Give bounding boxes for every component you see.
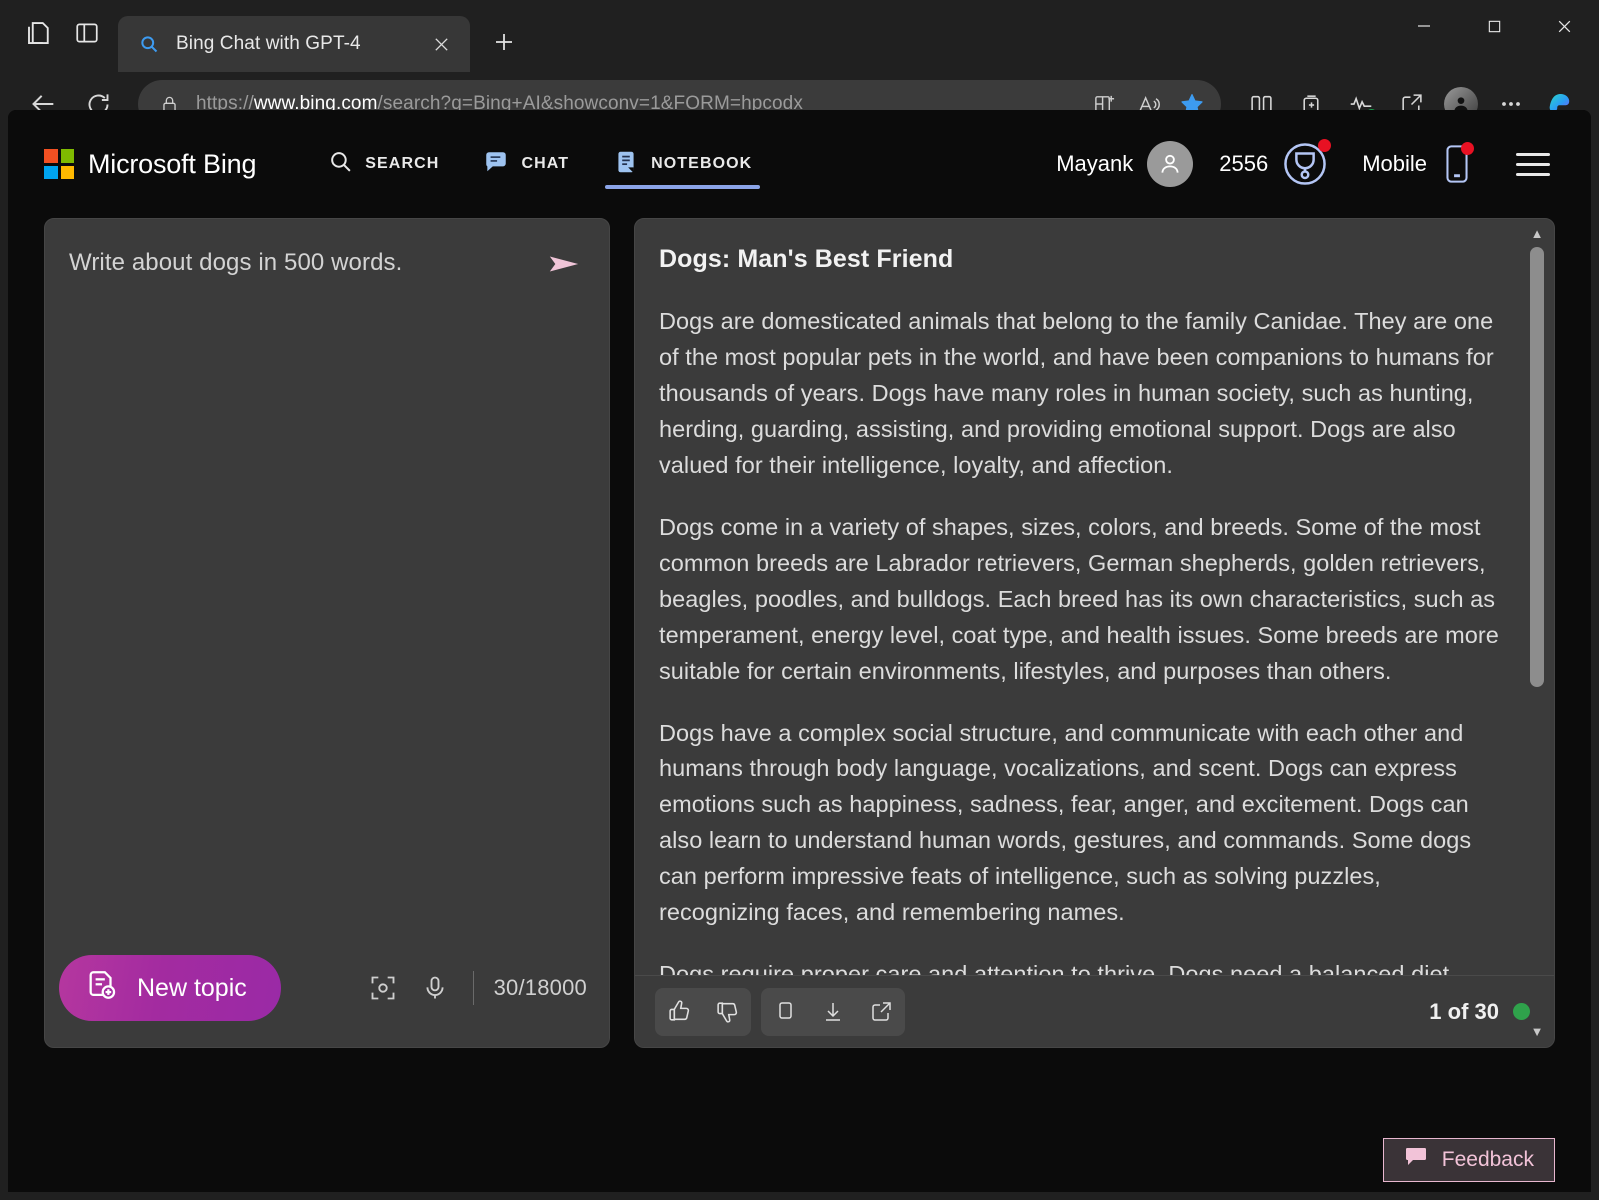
- microsoft-bing-logo[interactable]: Microsoft Bing: [44, 149, 256, 180]
- tab-sidebar-icon[interactable]: [66, 12, 108, 54]
- scroll-down-arrow[interactable]: ▼: [1531, 1025, 1544, 1039]
- chat-bubble-icon: [483, 149, 509, 180]
- mobile-badge-dot: [1461, 142, 1474, 155]
- response-paragraph: Dogs have a complex social structure, an…: [659, 716, 1502, 932]
- tab-title: Bing Chat with GPT-4: [176, 33, 426, 55]
- close-icon[interactable]: [1529, 0, 1599, 52]
- response-paragraph: Dogs require proper care and attention t…: [659, 957, 1502, 975]
- bing-search-icon: [138, 33, 160, 55]
- browser-tab[interactable]: Bing Chat with GPT-4: [118, 16, 470, 72]
- window-controls: [1389, 0, 1599, 52]
- bing-nav: SEARCH CHAT: [306, 127, 774, 201]
- send-arrow-icon[interactable]: [541, 241, 587, 287]
- mobile-button[interactable]: Mobile: [1362, 142, 1475, 186]
- response-scrollbar[interactable]: ▲ ▼: [1526, 227, 1548, 1039]
- prompt-toolbar: New topic: [45, 955, 609, 1047]
- share-button-group: [761, 988, 905, 1036]
- thumbs-down-icon[interactable]: [703, 988, 751, 1036]
- nav-label-chat: CHAT: [521, 155, 569, 173]
- toolbar-divider: [473, 971, 474, 1005]
- scrollbar-track[interactable]: [1530, 247, 1544, 1019]
- tab-actions-icon[interactable]: [18, 12, 60, 54]
- nav-active-underline: [605, 185, 760, 189]
- mobile-label: Mobile: [1362, 151, 1427, 177]
- bing-page: Microsoft Bing SEARCH: [8, 110, 1591, 1192]
- prompt-input-row: Write about dogs in 500 words.: [45, 219, 609, 287]
- prompt-panel: Write about dogs in 500 words.: [44, 218, 610, 1048]
- nav-item-chat[interactable]: CHAT: [461, 127, 591, 201]
- export-share-icon[interactable]: [857, 988, 905, 1036]
- bing-logo-text: Microsoft Bing: [88, 149, 256, 180]
- browser-titlebar: Bing Chat with GPT-4: [0, 0, 1599, 72]
- nav-label-notebook: NOTEBOOK: [651, 155, 752, 173]
- nav-item-notebook[interactable]: NOTEBOOK: [591, 127, 774, 201]
- response-action-bar: 1 of 30: [635, 975, 1554, 1047]
- browser-window: Bing Chat with GPT-4: [0, 0, 1599, 1200]
- hamburger-menu-icon[interactable]: [1511, 142, 1555, 186]
- titlebar-left-icons: [0, 12, 118, 72]
- response-panel: Dogs: Man's Best Friend Dogs are domesti…: [634, 218, 1555, 1048]
- scroll-up-arrow[interactable]: ▲: [1531, 227, 1544, 241]
- new-topic-button[interactable]: New topic: [59, 955, 281, 1021]
- microphone-icon[interactable]: [413, 966, 457, 1010]
- response-scroll-area[interactable]: Dogs: Man's Best Friend Dogs are domesti…: [635, 219, 1554, 975]
- bing-header: Microsoft Bing SEARCH: [8, 110, 1591, 218]
- feedback-bubble-icon: [1404, 1146, 1428, 1174]
- bing-header-right: Mayank 2556: [1056, 141, 1555, 187]
- download-icon[interactable]: [809, 988, 857, 1036]
- avatar[interactable]: [1147, 141, 1193, 187]
- response-paragraph: Dogs come in a variety of shapes, sizes,…: [659, 510, 1502, 690]
- notebook-body: Write about dogs in 500 words.: [8, 218, 1591, 1048]
- close-icon[interactable]: [426, 29, 456, 59]
- minimize-icon[interactable]: [1389, 0, 1459, 52]
- rewards-button[interactable]: 2556: [1219, 141, 1328, 187]
- prompt-input[interactable]: Write about dogs in 500 words.: [69, 247, 541, 287]
- rewards-count: 2556: [1219, 151, 1268, 177]
- rewards-badge-dot: [1318, 139, 1331, 152]
- phone-icon: [1439, 142, 1475, 186]
- copy-icon[interactable]: [761, 988, 809, 1036]
- microsoft-logo-icon: [44, 149, 74, 179]
- character-count: 30/18000: [494, 975, 587, 1001]
- response-pager: 1 of 30: [1429, 999, 1530, 1025]
- feedback-label: Feedback: [1442, 1148, 1534, 1172]
- nav-item-search[interactable]: SEARCH: [306, 127, 461, 201]
- visual-search-icon[interactable]: [361, 966, 405, 1010]
- rewards-medal-icon: [1282, 141, 1328, 187]
- search-icon: [328, 149, 353, 179]
- maximize-icon[interactable]: [1459, 0, 1529, 52]
- page-footer: Feedback: [1383, 1138, 1555, 1182]
- response-paragraph: Dogs are domesticated animals that belon…: [659, 304, 1502, 484]
- pager-label: 1 of 30: [1429, 999, 1499, 1025]
- new-topic-icon: [85, 968, 119, 1009]
- vote-button-group: [655, 988, 751, 1036]
- nav-label-search: SEARCH: [365, 155, 439, 173]
- new-tab-button[interactable]: [482, 20, 526, 64]
- notebook-icon: [613, 149, 639, 180]
- response-title: Dogs: Man's Best Friend: [659, 245, 1502, 274]
- thumbs-up-icon[interactable]: [655, 988, 703, 1036]
- scrollbar-thumb[interactable]: [1530, 247, 1544, 687]
- new-topic-label: New topic: [137, 974, 247, 1003]
- prompt-right-tools: 30/18000: [361, 966, 587, 1010]
- feedback-button[interactable]: Feedback: [1383, 1138, 1555, 1182]
- user-name: Mayank: [1056, 151, 1133, 177]
